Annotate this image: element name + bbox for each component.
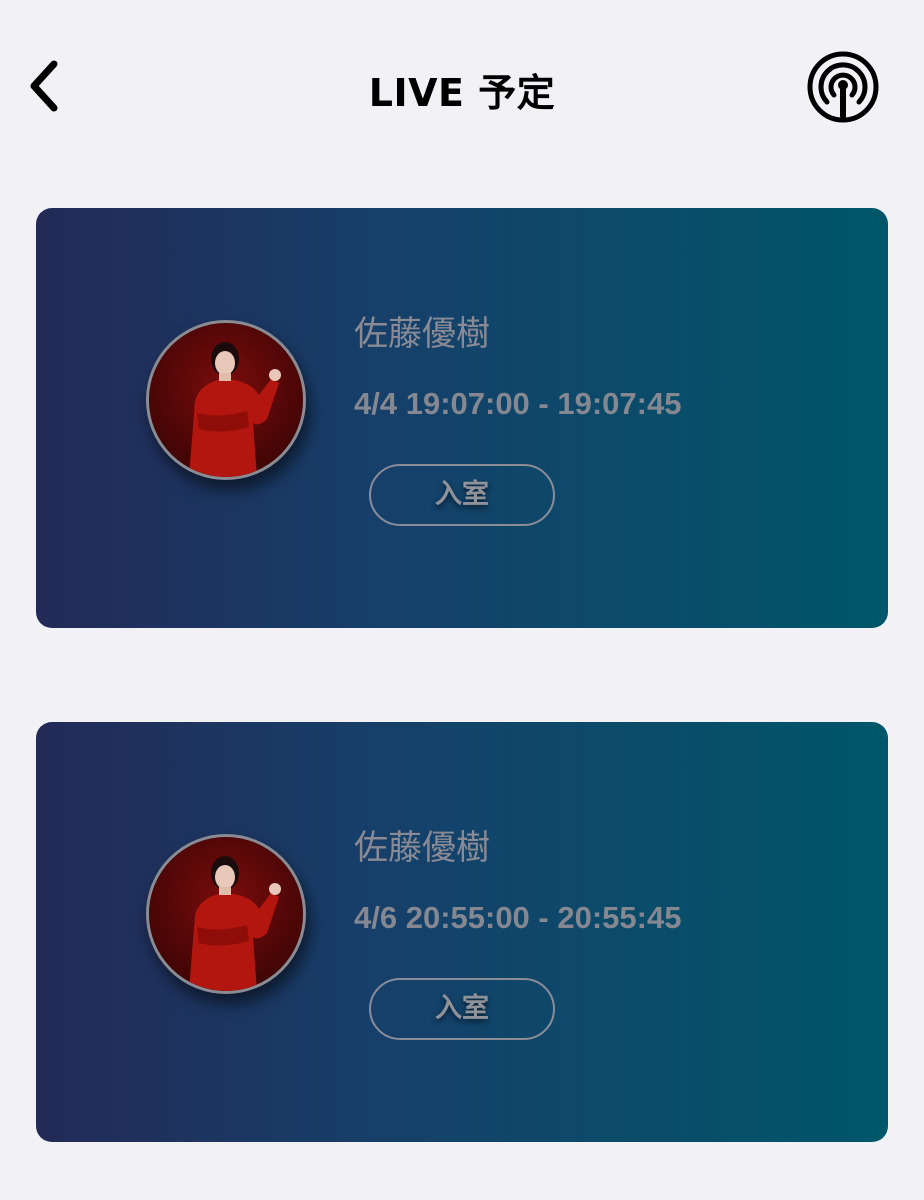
live-time: 4/4 19:07:00 - 19:07:45 [354,386,682,421]
enter-room-button[interactable]: 入室 [369,464,555,526]
page-title: LIVE 予定 [368,71,556,115]
live-card: 佐藤優樹 4/6 20:55:00 - 20:55:45 入室 [36,722,888,1142]
live-card: 佐藤優樹 4/4 19:07:00 - 19:07:45 入室 [36,208,888,628]
performer-name: 佐藤優樹 [354,314,490,354]
enter-room-button[interactable]: 入室 [369,978,555,1040]
header: LIVE 予定 [0,0,924,170]
performer-avatar[interactable] [146,320,306,480]
performer-avatar[interactable] [146,834,306,994]
performer-name: 佐藤優樹 [354,828,490,868]
broadcast-antenna-icon [807,51,879,123]
live-time: 4/6 20:55:00 - 20:55:45 [354,900,682,935]
broadcast-button[interactable] [806,50,880,124]
